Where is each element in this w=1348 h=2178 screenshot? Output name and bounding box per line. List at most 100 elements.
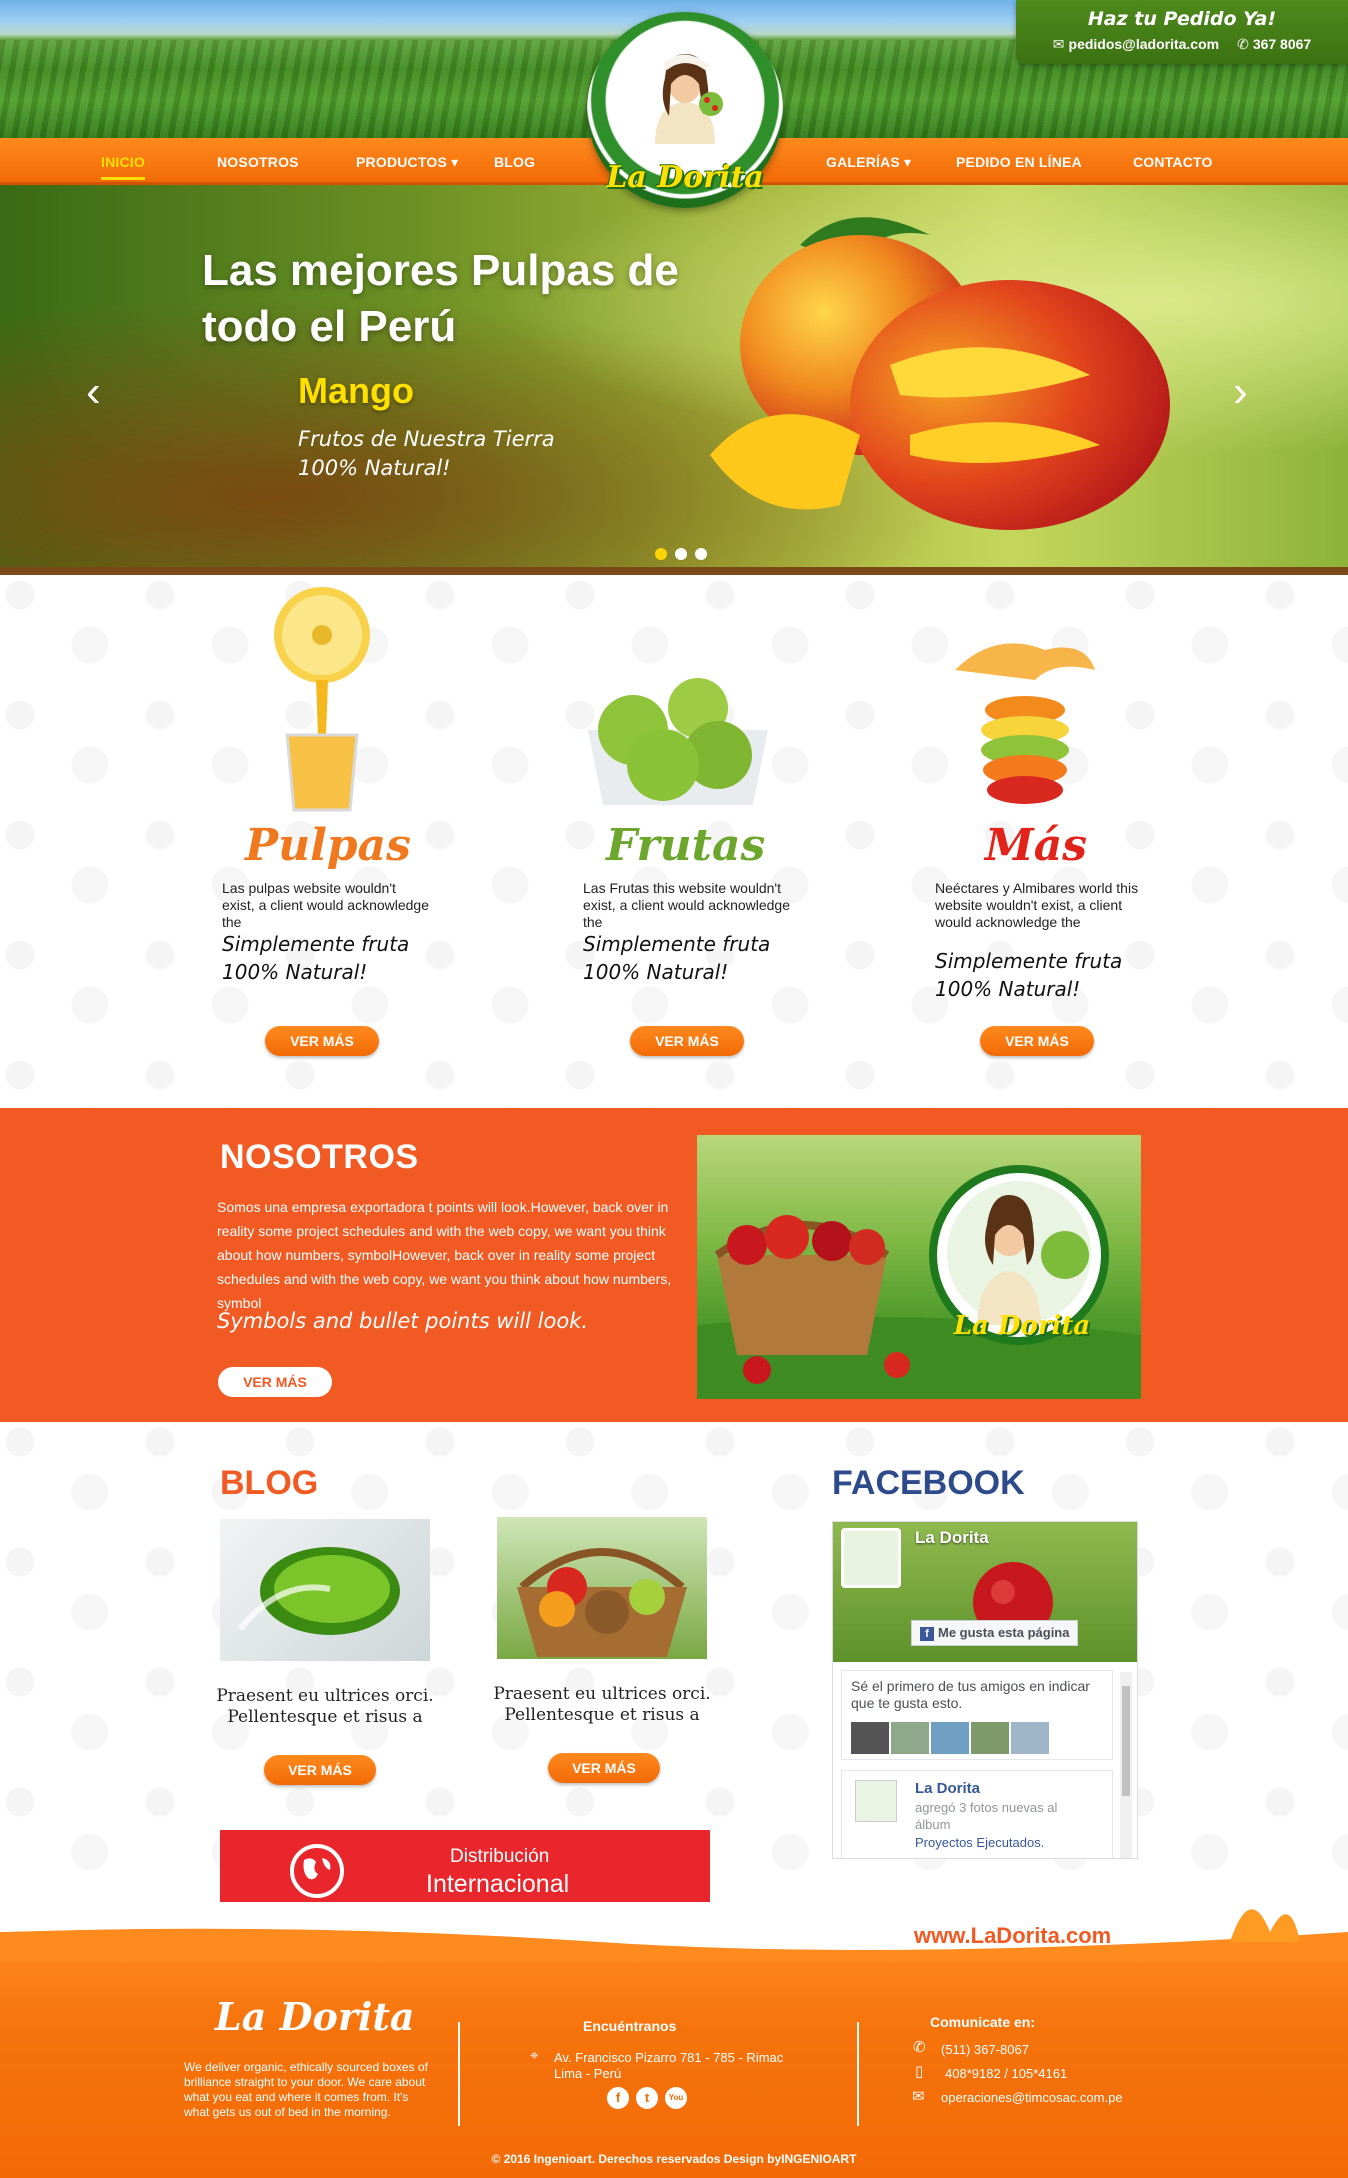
friend-avatar[interactable] — [931, 1722, 969, 1754]
product-description: Las pulpas website wouldn't exist, a cli… — [222, 880, 430, 930]
logo-woman-illustration — [655, 54, 723, 144]
order-phone-text: 367 8067 — [1252, 36, 1312, 52]
facebook-friends-text: Sé el primero de tus amigos en indicar q… — [851, 1678, 1090, 1711]
site-logo[interactable]: La Dorita — [587, 12, 783, 208]
phone-icon: ✆ — [913, 2039, 926, 2056]
footer-divider — [458, 2022, 460, 2126]
envelope-icon: ✉ — [912, 2088, 925, 2105]
international-distribution-banner[interactable]: Distribución Internacional — [220, 1830, 710, 1910]
footer-wave — [0, 1902, 1348, 1962]
mango-image — [710, 217, 1170, 530]
fruit-slices-splash-image — [955, 643, 1095, 804]
hero-tagline: Frutos de Nuestra Tierra 100% Natural! — [298, 427, 555, 480]
green-apples-image — [588, 678, 768, 805]
footer-address: Av. Francisco Pizarro 781 - 785 - Rimac … — [554, 2050, 784, 2081]
facebook-like-label: Me gusta esta página — [938, 1625, 1070, 1640]
pineapple-juice-image — [274, 587, 370, 812]
facebook-page-name[interactable]: La Dorita — [915, 1528, 989, 1548]
apple-basket-photo: La Dorita — [697, 1135, 1141, 1399]
logo-text: La Dorita — [606, 160, 764, 195]
blog-more-button[interactable]: VER MÁS — [264, 1755, 376, 1785]
facebook-page-avatar[interactable] — [841, 1528, 901, 1588]
apple-basket-illustration — [697, 1165, 1141, 1399]
order-contacts: ✉ pedidos@ladorita.com ✆ 367 8067 — [1016, 36, 1348, 53]
facebook-scrollbar[interactable] — [1120, 1672, 1132, 1858]
facebook-post-link[interactable]: Proyectos Ejecutados. — [915, 1834, 1044, 1851]
facebook-like-button[interactable]: f Me gusta esta página — [911, 1620, 1079, 1646]
friend-avatar[interactable] — [891, 1722, 929, 1754]
phone-icon: ✆ — [1237, 36, 1249, 52]
friend-avatar[interactable] — [851, 1722, 889, 1754]
hero-title: Las mejores Pulpas de todo el Perú — [202, 246, 679, 351]
product-title: Más — [985, 820, 1087, 871]
slider-dot-2[interactable] — [675, 548, 687, 560]
location-pin-icon: ⌖ — [530, 2047, 539, 2064]
nav-inicio[interactable]: INICIO — [101, 154, 145, 180]
nav-contacto[interactable]: CONTACTO — [1133, 154, 1213, 170]
product-more-button[interactable]: VER MÁS — [980, 1026, 1094, 1056]
blog-title: BLOG — [220, 1464, 319, 1502]
copyright: © 2016 Ingenioart. Derechos reservados D… — [491, 2152, 857, 2166]
blog-more-button[interactable]: VER MÁS — [548, 1753, 660, 1783]
lime-splash-illustration — [237, 1547, 400, 1635]
slider-prev-button[interactable]: ‹ — [86, 367, 101, 417]
facebook-icon: f — [920, 1627, 934, 1641]
hero-slider: Las mejores Pulpas de todo el Perú Mango… — [0, 185, 1348, 575]
order-email[interactable]: ✉ pedidos@ladorita.com — [1053, 36, 1219, 53]
nav-nosotros[interactable]: NOSOTROS — [217, 154, 299, 170]
product-quote: Simplemente fruta 100% Natural! — [222, 932, 410, 984]
product-title: Pulpas — [245, 820, 411, 871]
product-description: Las Frutas this website wouldn't exist, … — [583, 880, 791, 930]
chevron-right-icon: › — [1233, 367, 1248, 416]
facebook-post-text: agregó 3 fotos nuevas al álbum — [915, 1800, 1058, 1832]
slider-next-button[interactable]: › — [1233, 367, 1248, 417]
footer-contact-title: Comunicate en: — [930, 2014, 1036, 2030]
product-title: Frutas — [606, 820, 766, 871]
product-quote: Simplemente fruta 100% Natural! — [583, 932, 771, 984]
product-more-button[interactable]: VER MÁS — [265, 1026, 379, 1056]
slider-dots — [655, 548, 707, 560]
chevron-left-icon: ‹ — [86, 367, 101, 416]
fruit-basket-illustration — [517, 1548, 687, 1657]
banner-line-1: Distribución — [450, 1846, 550, 1867]
products-section: Pulpas Las pulpas website wouldn't exist… — [0, 575, 1348, 1108]
footer-about: We deliver organic, ethically sourced bo… — [184, 2060, 428, 2119]
about-title: NOSOTROS — [220, 1138, 419, 1176]
footer-find-title: Encuéntranos — [583, 2018, 677, 2034]
mobile-icon: ▯ — [915, 2063, 924, 2080]
about-text: Somos una empresa exportadora t points w… — [217, 1199, 672, 1311]
slider-dot-1[interactable] — [655, 548, 667, 560]
footer-phone-1[interactable]: (511) 367-8067 — [941, 2042, 1029, 2058]
slider-dot-3[interactable] — [695, 548, 707, 560]
about-quote: Symbols and bullet points will look. — [217, 1309, 589, 1333]
about-more-button[interactable]: VER MÁS — [218, 1367, 332, 1397]
nav-galerias[interactable]: GALERÍAS ▾ — [826, 154, 911, 171]
facebook-title: FACEBOOK — [832, 1464, 1025, 1502]
site-url[interactable]: www.LaDorita.com — [914, 1923, 1111, 1949]
facebook-post-avatar[interactable] — [855, 1780, 897, 1822]
twitter-icon[interactable]: t — [636, 2087, 658, 2109]
blog-image-lime[interactable] — [220, 1519, 430, 1661]
friend-avatar[interactable] — [971, 1722, 1009, 1754]
order-title: Haz tu Pedido Ya! — [1087, 8, 1277, 30]
product-more-button[interactable]: VER MÁS — [630, 1026, 744, 1056]
site-header: Haz tu Pedido Ya! ✉ pedidos@ladorita.com … — [0, 0, 1348, 208]
order-phone[interactable]: ✆ 367 8067 — [1237, 36, 1311, 53]
product-quote: Simplemente fruta 100% Natural! — [935, 949, 1123, 1001]
banner-line-2: Internacional — [426, 1870, 570, 1898]
footer-logo: La Dorita — [215, 1994, 415, 2039]
facebook-post-name[interactable]: La Dorita — [915, 1780, 980, 1797]
footer-divider — [857, 2022, 859, 2126]
nav-blog[interactable]: BLOG — [494, 154, 535, 170]
order-box: Haz tu Pedido Ya! ✉ pedidos@ladorita.com … — [1016, 0, 1348, 64]
about-section: NOSOTROS Somos una empresa exportadora t… — [0, 1108, 1348, 1422]
nav-productos[interactable]: PRODUCTOS ▾ — [356, 154, 458, 171]
footer-email[interactable]: operaciones@timcosac.com.pe — [941, 2090, 1123, 2106]
friend-avatar[interactable] — [1011, 1722, 1049, 1754]
footer-phone-2[interactable]: 408*9182 / 105*4161 — [945, 2066, 1067, 2082]
blog-image-basket[interactable] — [497, 1517, 707, 1659]
youtube-icon[interactable]: You — [665, 2087, 687, 2109]
envelope-icon: ✉ — [1052, 36, 1065, 52]
nav-pedido-en-linea[interactable]: PEDIDO EN LÍNEA — [956, 154, 1082, 170]
facebook-icon[interactable]: f — [607, 2087, 629, 2109]
